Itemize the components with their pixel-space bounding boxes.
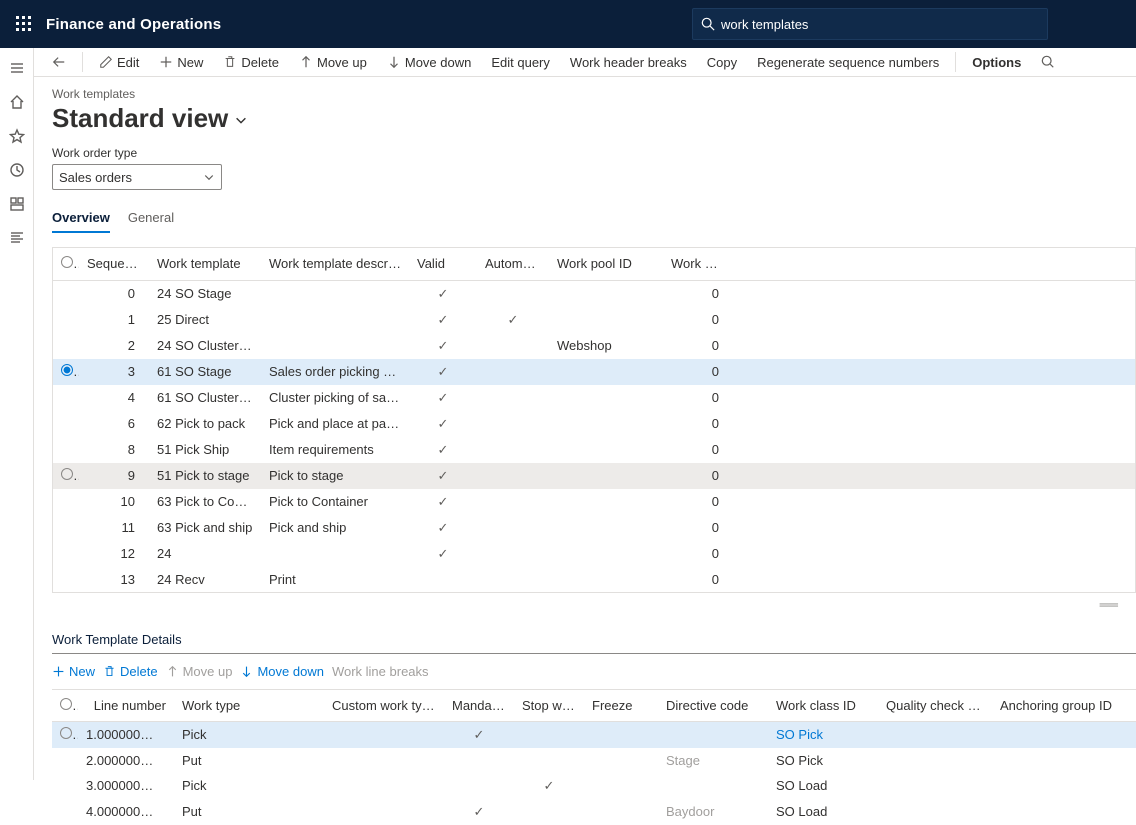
table-row[interactable]: 4.0000000000Put✓BaydoorSO Load <box>52 799 1136 825</box>
new-button[interactable]: New <box>151 48 211 76</box>
search-icon <box>701 17 715 31</box>
splitter-handle[interactable]: ══ <box>34 593 1136 616</box>
col-select[interactable] <box>52 689 78 721</box>
tab-overview[interactable]: Overview <box>52 204 110 233</box>
table-row[interactable]: 1.0000000000Pick✓SO Pick <box>52 721 1136 748</box>
modules-icon[interactable] <box>3 224 31 252</box>
app-bar: Finance and Operations work templates <box>0 0 1136 48</box>
edit-button[interactable]: Edit <box>91 48 147 76</box>
regenerate-button[interactable]: Regenerate sequence numbers <box>749 48 947 76</box>
col-auto[interactable]: Automatic... <box>477 248 549 280</box>
details-delete-button[interactable]: Delete <box>103 664 158 679</box>
arrow-up-icon <box>299 55 313 69</box>
col-priority[interactable]: Work prior... <box>663 248 733 280</box>
col-sequence[interactable]: Sequence ... <box>79 248 149 280</box>
details-toolbar: New Delete Move up Move down Work line b… <box>34 654 1136 689</box>
delete-button[interactable]: Delete <box>215 48 287 76</box>
col-class[interactable]: Work class ID <box>768 689 878 721</box>
arrow-down-icon <box>240 665 253 678</box>
home-icon[interactable] <box>3 88 31 116</box>
recent-icon[interactable] <box>3 156 31 184</box>
trash-icon <box>223 55 237 69</box>
work-template-details-grid: Line number Work type Custom work type M… <box>52 689 1136 825</box>
headerbreaks-button[interactable]: Work header breaks <box>562 48 695 76</box>
details-movedown-button[interactable]: Move down <box>240 664 323 679</box>
search-icon <box>1041 55 1055 69</box>
arrow-down-icon <box>387 55 401 69</box>
table-row[interactable]: 024 SO Stage✓0 <box>53 280 1135 307</box>
col-description[interactable]: Work template description <box>261 248 409 280</box>
col-valid[interactable]: Valid <box>409 248 477 280</box>
table-row[interactable]: 461 SO Cluster pickCluster picking of sa… <box>53 385 1135 411</box>
breadcrumb: Work templates <box>52 87 1118 101</box>
details-moveup-button[interactable]: Move up <box>166 664 233 679</box>
table-row[interactable]: 361 SO StageSales order picking with s..… <box>53 359 1135 385</box>
star-icon[interactable] <box>3 122 31 150</box>
col-worktype[interactable]: Work type <box>174 689 324 721</box>
col-line[interactable]: Line number <box>78 689 174 721</box>
movedown-button[interactable]: Move down <box>379 48 479 76</box>
plus-icon <box>52 665 65 678</box>
pencil-icon <box>99 55 113 69</box>
table-row[interactable]: 3.0000000000Pick✓SO Load <box>52 773 1136 799</box>
find-button[interactable] <box>1033 48 1063 76</box>
nav-rail <box>0 48 34 780</box>
col-select[interactable] <box>53 248 79 280</box>
table-row[interactable]: 224 SO Cluster Pick✓Webshop0 <box>53 333 1135 359</box>
table-row[interactable]: 851 Pick ShipItem requirements✓0 <box>53 437 1135 463</box>
table-row[interactable]: 1163 Pick and shipPick and ship✓0 <box>53 515 1135 541</box>
details-new-button[interactable]: New <box>52 664 95 679</box>
work-order-type-select[interactable]: Sales orders <box>52 164 222 190</box>
action-toolbar: Edit New Delete Move up Move down Edit q… <box>34 48 1136 77</box>
waffle-icon[interactable] <box>8 8 40 40</box>
app-title: Finance and Operations <box>46 16 221 33</box>
arrow-up-icon <box>166 665 179 678</box>
tab-general[interactable]: General <box>128 204 174 233</box>
work-templates-grid: Sequence ... Work template Work template… <box>53 248 1135 592</box>
table-row[interactable]: 2.0000000000PutStageSO Pick <box>52 748 1136 773</box>
col-mandatory[interactable]: Mandatory <box>444 689 514 721</box>
table-row[interactable]: 951 Pick to stagePick to stage✓0 <box>53 463 1135 489</box>
chevron-down-icon <box>203 171 215 183</box>
menu-icon[interactable] <box>3 54 31 82</box>
table-row[interactable]: 125 Direct✓✓0 <box>53 307 1135 333</box>
col-custom[interactable]: Custom work type <box>324 689 444 721</box>
trash-icon <box>103 665 116 678</box>
col-anchor[interactable]: Anchoring group ID <box>992 689 1136 721</box>
search-box[interactable]: work templates <box>692 8 1048 40</box>
chevron-down-icon <box>234 113 248 127</box>
editquery-button[interactable]: Edit query <box>483 48 558 76</box>
back-button[interactable] <box>44 48 74 76</box>
col-pool[interactable]: Work pool ID <box>549 248 663 280</box>
col-directive[interactable]: Directive code <box>658 689 768 721</box>
details-linebreaks-button[interactable]: Work line breaks <box>332 664 429 679</box>
col-template[interactable]: Work template <box>149 248 261 280</box>
copy-button[interactable]: Copy <box>699 48 745 76</box>
field-label: Work order type <box>52 146 1118 160</box>
search-query: work templates <box>721 17 808 32</box>
table-row[interactable]: 1324 RecvPrint0 <box>53 567 1135 592</box>
details-title[interactable]: Work Template Details <box>52 616 1136 654</box>
plus-icon <box>159 55 173 69</box>
table-row[interactable]: 1224✓0 <box>53 541 1135 567</box>
moveup-button[interactable]: Move up <box>291 48 375 76</box>
table-row[interactable]: 1063 Pick to Contai...Pick to Container✓… <box>53 489 1135 515</box>
page-title[interactable]: Standard view <box>52 103 1118 134</box>
table-row[interactable]: 662 Pick to packPick and place at pack s… <box>53 411 1135 437</box>
options-button[interactable]: Options <box>964 48 1029 76</box>
col-freeze[interactable]: Freeze <box>584 689 658 721</box>
col-qc[interactable]: Quality check temp... <box>878 689 992 721</box>
workspaces-icon[interactable] <box>3 190 31 218</box>
col-stop[interactable]: Stop work <box>514 689 584 721</box>
